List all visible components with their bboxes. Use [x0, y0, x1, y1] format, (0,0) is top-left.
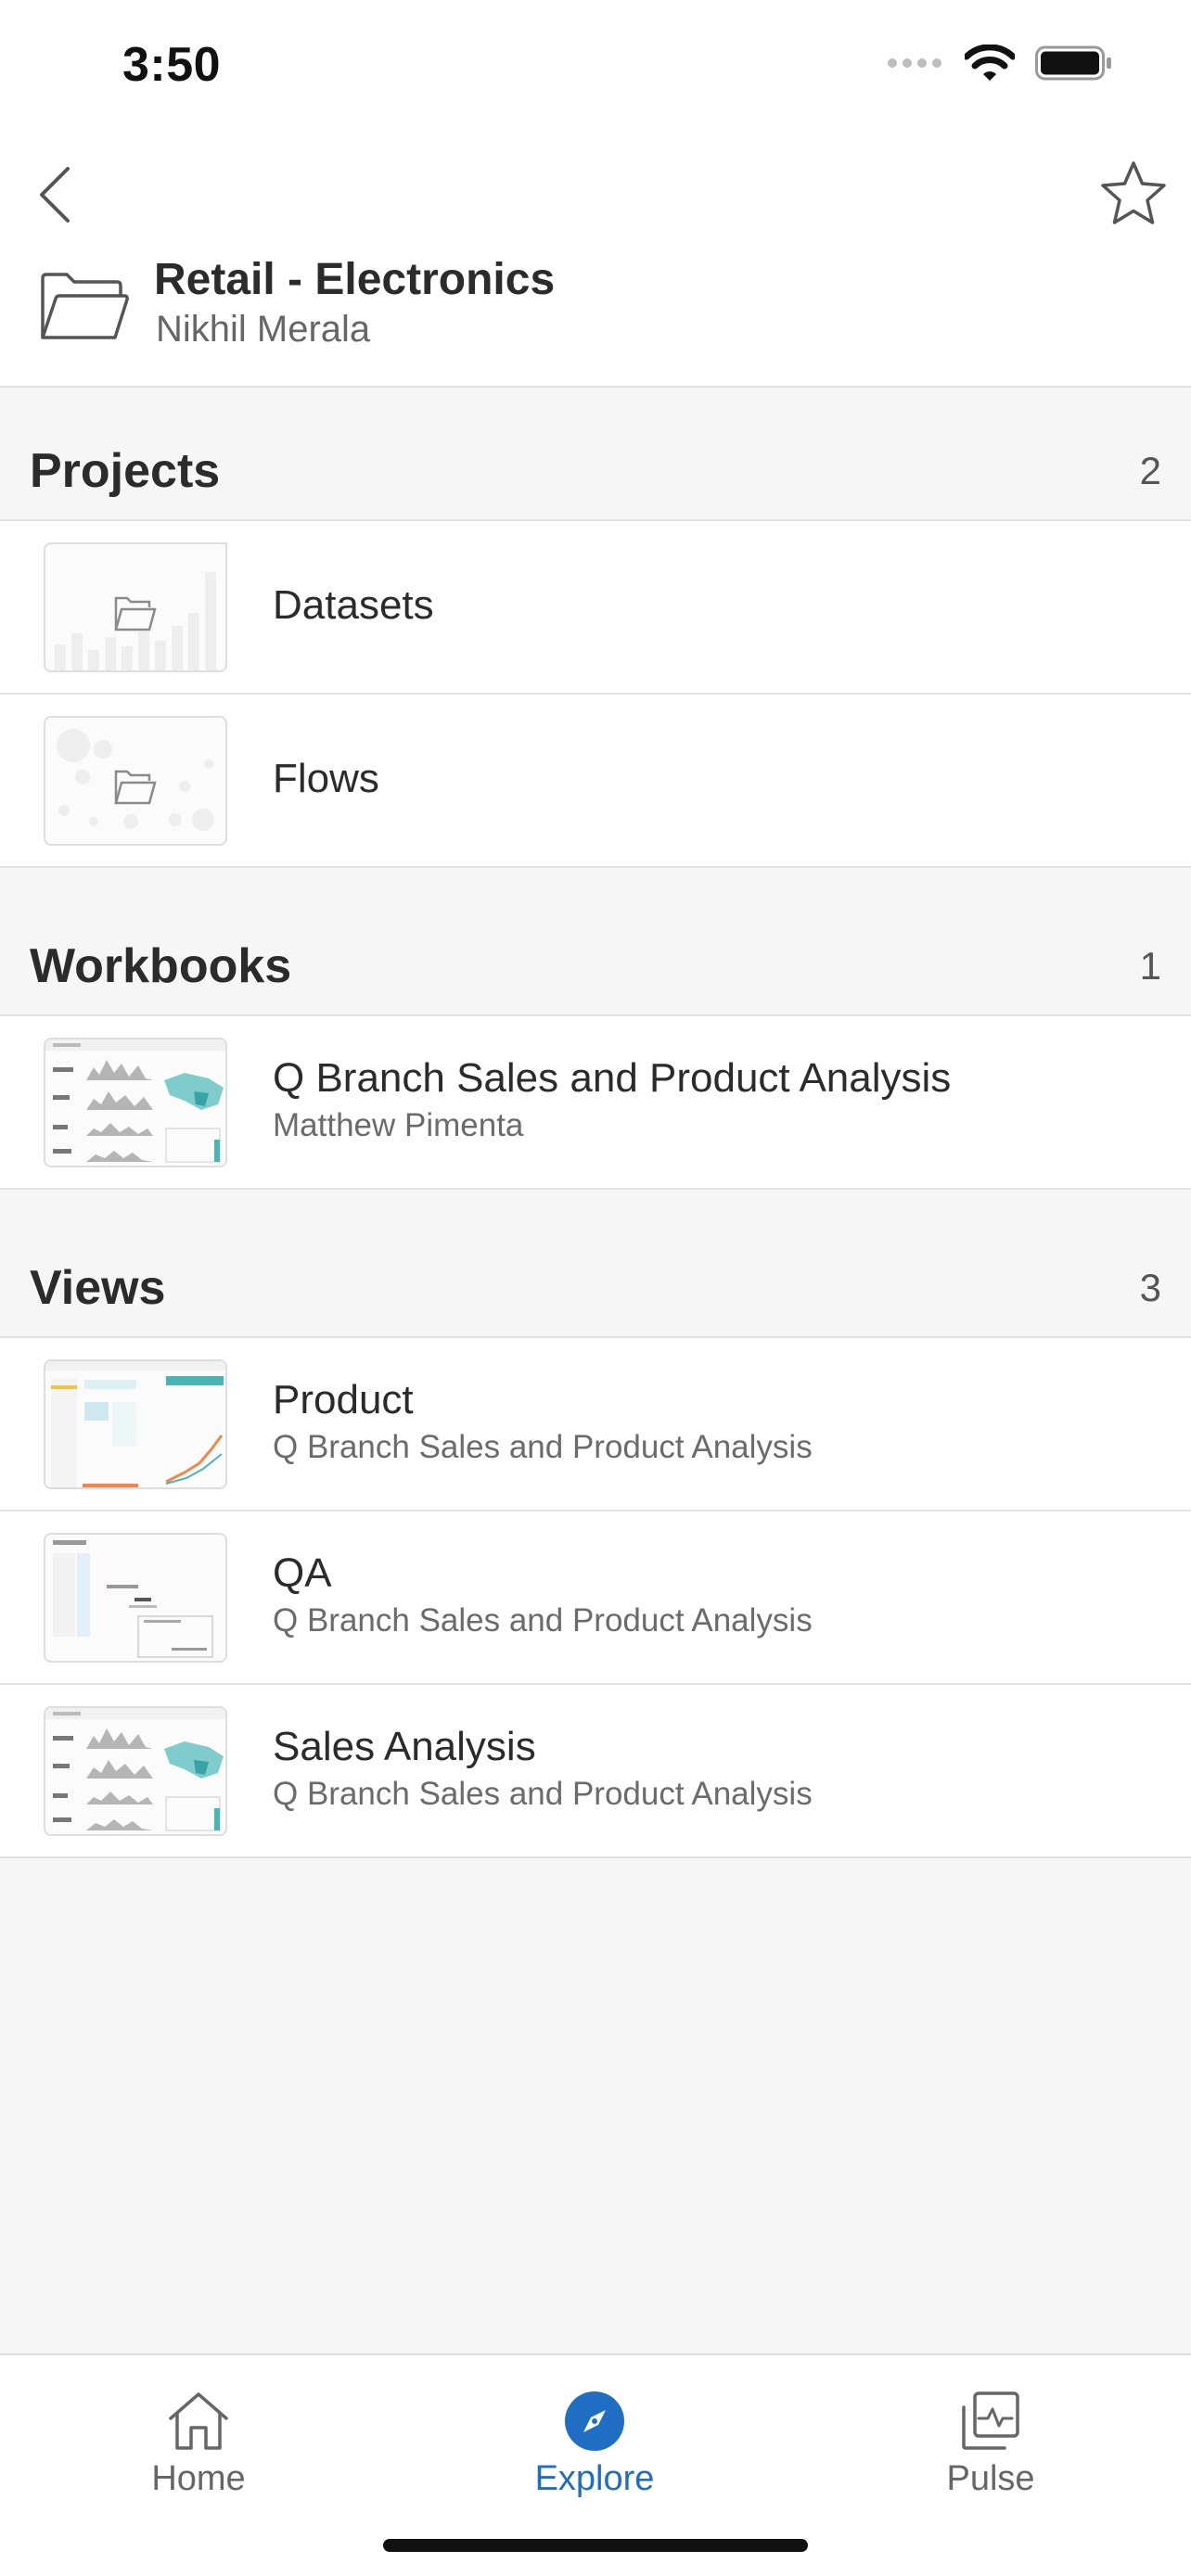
- list-item-view-product[interactable]: Product Q Branch Sales and Product Analy…: [0, 1338, 1191, 1511]
- list-item-datasets[interactable]: Datasets: [0, 521, 1191, 695]
- status-icons: [887, 45, 1113, 82]
- section-count: 3: [1139, 1266, 1161, 1309]
- view-thumbnail: [44, 1706, 227, 1836]
- list-item-owner: Matthew Pimenta: [273, 1107, 524, 1143]
- status-time: 3:50: [122, 38, 222, 92]
- wifi-icon: [965, 45, 1015, 81]
- list-item-workbook[interactable]: Q Branch Sales and Product Analysis Matt…: [0, 1016, 1191, 1190]
- list-item-view-sales-analysis[interactable]: Sales Analysis Q Branch Sales and Produc…: [0, 1685, 1191, 1858]
- page-owner: Nikhil Merala: [156, 309, 371, 350]
- home-indicator: [383, 2539, 808, 2552]
- home-icon: [169, 2392, 228, 2450]
- list-item-workbook-name: Q Branch Sales and Product Analysis: [273, 1429, 813, 1465]
- tab-explore-label: Explore: [534, 2459, 655, 2498]
- page-title: Retail - Electronics: [154, 255, 556, 304]
- list-item-workbook-name: Q Branch Sales and Product Analysis: [273, 1776, 813, 1812]
- section-header-workbooks: Workbooks 1: [0, 868, 1191, 1016]
- folder-bars-thumbnail-icon: [55, 572, 216, 670]
- compass-icon: [565, 2391, 624, 2451]
- sales-view-thumbnail-icon: [45, 1708, 225, 1831]
- qa-view-thumbnail-icon: [53, 1540, 213, 1658]
- back-button[interactable]: [22, 158, 87, 232]
- section-header-views: Views 3: [0, 1190, 1191, 1338]
- tab-pulse[interactable]: Pulse: [879, 2374, 1102, 2504]
- tab-home[interactable]: Home: [87, 2374, 310, 2504]
- list-item-title: Sales Analysis: [273, 1724, 536, 1769]
- list-item-title: Q Branch Sales and Product Analysis: [273, 1055, 952, 1101]
- tab-home-label: Home: [151, 2459, 246, 2498]
- list-item-title: Product: [273, 1377, 414, 1422]
- list-item-view-qa[interactable]: QA Q Branch Sales and Product Analysis: [0, 1511, 1191, 1685]
- list-item-title: Datasets: [273, 582, 434, 628]
- list-item-flows[interactable]: Flows: [0, 695, 1191, 868]
- chevron-left-icon: [40, 167, 70, 223]
- view-thumbnail: [44, 1359, 227, 1489]
- project-thumbnail: [44, 542, 227, 672]
- list-item-workbook-name: Q Branch Sales and Product Analysis: [273, 1602, 813, 1639]
- project-thumbnail: [44, 716, 227, 846]
- folder-open-icon: [41, 273, 129, 339]
- nav-header: Retail - Electronics Nikhil Merala: [0, 130, 1191, 388]
- folder-bubbles-thumbnail-icon: [57, 729, 214, 831]
- pulse-icon: [962, 2391, 1019, 2450]
- view-thumbnail: [44, 1533, 227, 1663]
- product-view-thumbnail-icon: [45, 1361, 225, 1487]
- status-bar: 3:50: [0, 0, 1191, 130]
- dashboard-thumbnail-icon: [45, 1039, 225, 1163]
- section-title: Views: [30, 1261, 166, 1315]
- list-item-title: Flows: [273, 756, 379, 801]
- battery-icon: [1035, 45, 1111, 81]
- list-item-title: QA: [273, 1550, 332, 1596]
- section-title: Projects: [30, 444, 221, 498]
- section-count: 2: [1139, 449, 1161, 492]
- tab-pulse-label: Pulse: [946, 2459, 1035, 2498]
- tab-explore[interactable]: Explore: [483, 2374, 706, 2504]
- workbook-thumbnail: [44, 1038, 227, 1167]
- star-icon: [1101, 161, 1166, 224]
- section-header-projects: Projects 2: [0, 388, 1191, 521]
- section-count: 1: [1139, 944, 1161, 988]
- signal-icon: [888, 58, 941, 68]
- section-title: Workbooks: [30, 939, 292, 993]
- favorite-button[interactable]: [1096, 156, 1171, 230]
